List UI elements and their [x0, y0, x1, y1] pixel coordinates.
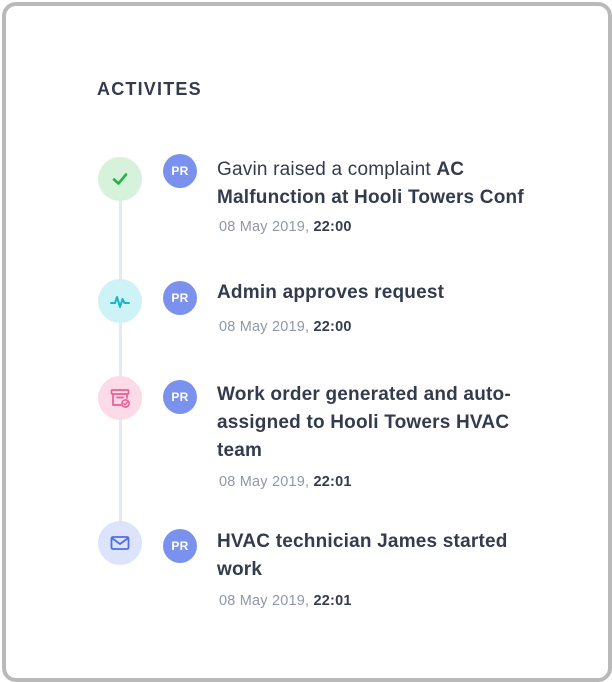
activity-time: 22:00: [313, 319, 352, 335]
timestamp-separator: ,: [305, 319, 314, 335]
activity-description: HVAC technician James started work: [217, 528, 547, 584]
activity-description: Work order generated and auto-assigned t…: [217, 381, 547, 465]
activity-time: 22:00: [313, 219, 352, 235]
activity-subject: Admin approves request: [217, 282, 445, 303]
activity-date: 08 May 2019: [219, 474, 306, 490]
activity-date: 08 May 2019: [219, 593, 306, 609]
activity-time: 22:01: [313, 474, 352, 490]
avatar[interactable]: PR: [163, 154, 197, 188]
activity-text: Gavin raised a complaint: [217, 159, 437, 180]
timestamp-separator: ,: [305, 474, 314, 490]
activity-date: 08 May 2019: [219, 219, 306, 235]
activity-time: 22:01: [313, 593, 352, 609]
mail-icon: [98, 521, 142, 565]
pulse-icon: [98, 279, 142, 323]
activity-timestamp: 08 May 2019, 22:01: [219, 474, 352, 490]
activity-subject: Work order generated and auto-assigned t…: [217, 384, 511, 461]
timeline-line: [119, 181, 122, 546]
avatar[interactable]: PR: [163, 281, 197, 315]
activity-timestamp: 08 May 2019, 22:01: [219, 593, 352, 609]
timestamp-separator: ,: [305, 219, 314, 235]
avatar[interactable]: PR: [163, 380, 197, 414]
archive-check-icon: [98, 376, 142, 420]
activity-subject: HVAC technician James started work: [217, 531, 508, 580]
timestamp-separator: ,: [305, 593, 314, 609]
activity-timestamp: 08 May 2019, 22:00: [219, 219, 352, 235]
activity-description: Gavin raised a complaint AC Malfunction …: [217, 156, 547, 212]
card-title: ACTIVITES: [97, 79, 202, 99]
activity-description: Admin approves request: [217, 279, 547, 307]
activity-date: 08 May 2019: [219, 319, 306, 335]
check-icon: [98, 157, 142, 201]
avatar[interactable]: PR: [163, 529, 197, 563]
activity-timestamp: 08 May 2019, 22:00: [219, 319, 352, 335]
activity-card: ACTIVITES PR Gavin raised a complaint AC…: [2, 2, 612, 682]
